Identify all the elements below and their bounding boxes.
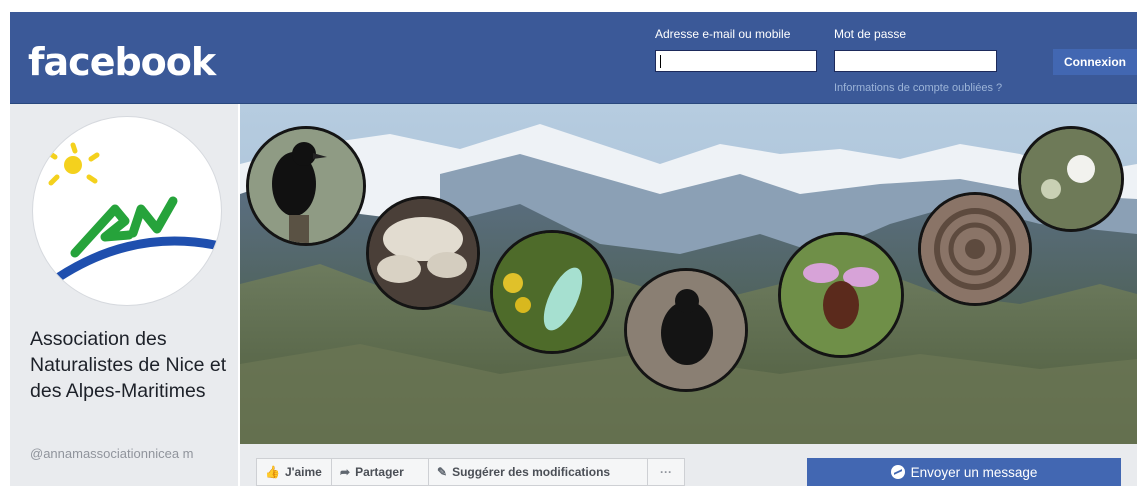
email-label: Adresse e-mail ou mobile [655, 27, 791, 41]
page-title[interactable]: Association des Naturalistes de Nice et … [30, 326, 235, 404]
cover-photo[interactable] [240, 104, 1137, 444]
suggest-label: Suggérer des modifications [452, 465, 611, 479]
password-field[interactable] [834, 50, 997, 72]
raven-photo [246, 126, 366, 246]
ammonite-photo [918, 192, 1032, 306]
pencil-icon: ✎ [437, 465, 448, 479]
forgot-account-link[interactable]: Informations de compte oubliées ? [834, 82, 1002, 94]
beetle-photo [624, 268, 748, 392]
text-caret [660, 55, 661, 68]
thumbs-up-icon: 👍 [265, 465, 280, 479]
send-message-label: Envoyer un message [910, 464, 1038, 480]
like-button[interactable]: 👍 J'aime [256, 458, 332, 486]
messenger-icon [890, 465, 905, 479]
share-arrow-icon: ➦ [340, 465, 351, 479]
page-sidebar: Association des Naturalistes de Nice et … [10, 104, 238, 486]
page-profile-picture[interactable] [32, 116, 222, 306]
facebook-logo[interactable]: facebook [28, 40, 216, 84]
email-field[interactable] [655, 50, 817, 72]
password-label: Mot de passe [834, 27, 907, 41]
lichen-photo [1018, 126, 1124, 232]
like-label: J'aime [284, 465, 322, 479]
share-button[interactable]: ➦ Partager [331, 458, 429, 486]
top-navigation-bar: facebook Adresse e-mail ou mobile Mot de… [10, 12, 1137, 104]
page-action-bar: 👍 J'aime ➦ Partager ✎ Suggérer des modif… [240, 444, 1137, 486]
send-message-button[interactable]: Envoyer un message [807, 458, 1121, 486]
share-label: Partager [355, 465, 404, 479]
moth-photo [490, 230, 614, 354]
login-button[interactable]: Connexion [1053, 49, 1137, 75]
more-options-button[interactable]: ··· [647, 458, 685, 486]
suggest-edits-button[interactable]: ✎ Suggérer des modifications [428, 458, 648, 486]
page-username[interactable]: @annamassociationnicea m [30, 446, 235, 462]
orchid-photo [778, 232, 904, 358]
mushroom-photo [366, 196, 480, 310]
association-logo [46, 142, 220, 282]
